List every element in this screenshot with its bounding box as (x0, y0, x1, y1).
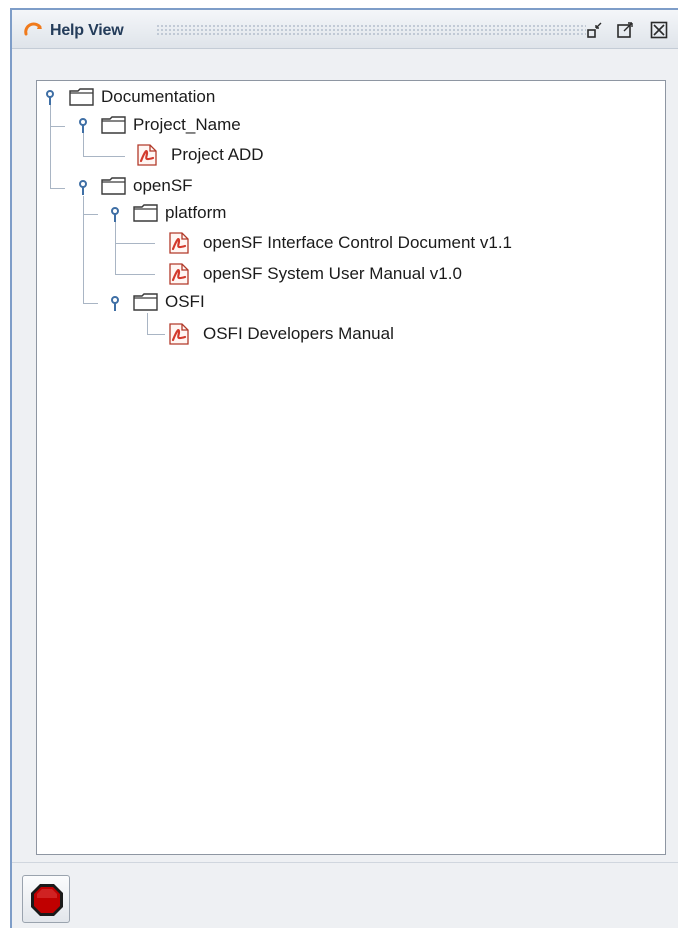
folder-icon (101, 115, 127, 135)
stop-icon (31, 884, 63, 916)
pdf-icon (135, 143, 159, 167)
tree-node-project-name[interactable]: Project_Name (133, 115, 241, 135)
close-icon[interactable] (650, 21, 668, 39)
tree-node-osfi-developers-manual[interactable]: OSFI Developers Manual (203, 324, 394, 344)
tree-line (147, 334, 165, 335)
tree-line (115, 221, 116, 275)
tree-node-platform[interactable]: platform (165, 203, 226, 223)
bottom-toolbar (12, 862, 678, 928)
tree-line (147, 313, 148, 335)
tree-node-opensf[interactable]: openSF (133, 176, 193, 196)
tree-expander-icon[interactable] (45, 89, 55, 105)
pdf-icon (167, 262, 191, 286)
window-title: Help View (50, 22, 124, 39)
minimize-icon[interactable] (586, 21, 604, 39)
tree-line (115, 243, 155, 244)
help-view-icon (22, 18, 44, 40)
tree-node-osfi[interactable]: OSFI (165, 292, 205, 312)
maximize-icon[interactable] (616, 21, 634, 39)
title-bar-texture (156, 24, 586, 36)
pdf-icon (167, 322, 191, 346)
tree-expander-icon[interactable] (110, 206, 120, 222)
tree-line (83, 303, 98, 304)
folder-icon (133, 203, 159, 223)
tree-node-project-add[interactable]: Project ADD (171, 145, 264, 165)
tree-line (83, 214, 98, 215)
stop-button[interactable] (22, 875, 70, 923)
documentation-tree[interactable]: Documentation Project_Name Project ADD o… (36, 80, 666, 855)
tree-node-documentation[interactable]: Documentation (101, 87, 215, 107)
tree-line (83, 156, 125, 157)
tree-node-system-user-manual[interactable]: openSF System User Manual v1.0 (203, 264, 462, 284)
tree-node-interface-control-document[interactable]: openSF Interface Control Document v1.1 (203, 233, 512, 253)
tree-expander-icon[interactable] (78, 179, 88, 195)
folder-icon (133, 292, 159, 312)
tree-line (115, 274, 155, 275)
title-bar[interactable]: Help View (12, 10, 678, 49)
tree-line (83, 196, 84, 304)
folder-icon (69, 87, 95, 107)
tree-expander-icon[interactable] (110, 295, 120, 311)
tree-line (50, 126, 65, 127)
pdf-icon (167, 231, 191, 255)
tree-expander-icon[interactable] (78, 117, 88, 133)
tree-line (50, 105, 51, 189)
folder-icon (101, 176, 127, 196)
help-view-window: Help View Documentation Project_Name Pro… (10, 8, 678, 928)
tree-line (83, 133, 84, 157)
tree-line (50, 188, 65, 189)
